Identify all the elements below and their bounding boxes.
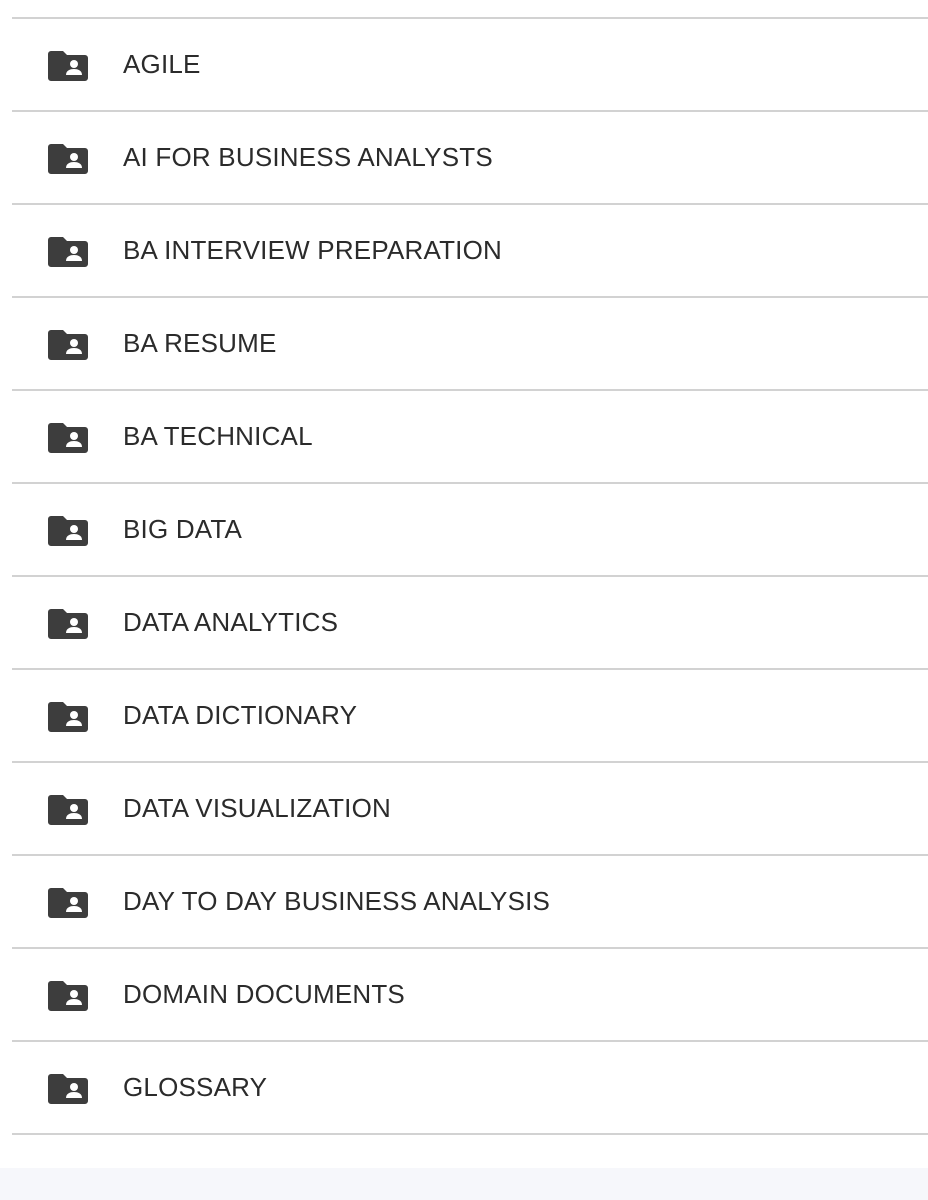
- folder-label: AI FOR BUSINESS ANALYSTS: [123, 142, 493, 172]
- shared-folder-icon: [48, 607, 88, 639]
- folder-row-agile[interactable]: AGILE: [12, 19, 928, 112]
- shared-folder-icon: [48, 793, 88, 825]
- folder-row-glossary[interactable]: GLOSSARY: [12, 1042, 928, 1135]
- folder-row-big-data[interactable]: BIG DATA: [12, 484, 928, 577]
- footer-band: [0, 1168, 928, 1200]
- shared-folder-icon: [48, 700, 88, 732]
- folder-row-ba-technical[interactable]: BA TECHNICAL: [12, 391, 928, 484]
- folder-row-ba-resume[interactable]: BA RESUME: [12, 298, 928, 391]
- folder-list: AGILE AI FOR BUSINESS ANALYSTS BA INTERV…: [12, 17, 928, 1135]
- folder-row-data-visualization[interactable]: DATA VISUALIZATION: [12, 763, 928, 856]
- shared-folder-icon: [48, 421, 88, 453]
- shared-folder-icon: [48, 979, 88, 1011]
- folder-label: GLOSSARY: [123, 1072, 268, 1102]
- folder-row-data-analytics[interactable]: DATA ANALYTICS: [12, 577, 928, 670]
- folder-label: BIG DATA: [123, 514, 243, 544]
- shared-folder-icon: [48, 142, 88, 174]
- shared-folder-icon: [48, 886, 88, 918]
- folder-row-data-dictionary[interactable]: DATA DICTIONARY: [12, 670, 928, 763]
- folder-label: AGILE: [123, 49, 201, 79]
- shared-folder-icon: [48, 514, 88, 546]
- folder-label: DOMAIN DOCUMENTS: [123, 979, 405, 1009]
- folder-row-domain-documents[interactable]: DOMAIN DOCUMENTS: [12, 949, 928, 1042]
- folder-label: BA INTERVIEW PREPARATION: [123, 235, 502, 265]
- folder-label: DATA DICTIONARY: [123, 700, 358, 730]
- folder-label: DATA ANALYTICS: [123, 607, 339, 637]
- folder-row-day-to-day-business-analysis[interactable]: DAY TO DAY BUSINESS ANALYSIS: [12, 856, 928, 949]
- shared-folder-icon: [48, 49, 88, 81]
- folder-label: DATA VISUALIZATION: [123, 793, 391, 823]
- folder-row-ba-interview-preparation[interactable]: BA INTERVIEW PREPARATION: [12, 205, 928, 298]
- folder-list-page: AGILE AI FOR BUSINESS ANALYSTS BA INTERV…: [0, 0, 928, 1200]
- shared-folder-icon: [48, 328, 88, 360]
- folder-label: BA RESUME: [123, 328, 277, 358]
- shared-folder-icon: [48, 1072, 88, 1104]
- folder-label: BA TECHNICAL: [123, 421, 313, 451]
- shared-folder-icon: [48, 235, 88, 267]
- folder-row-ai-for-business-analysts[interactable]: AI FOR BUSINESS ANALYSTS: [12, 112, 928, 205]
- folder-label: DAY TO DAY BUSINESS ANALYSIS: [123, 886, 551, 916]
